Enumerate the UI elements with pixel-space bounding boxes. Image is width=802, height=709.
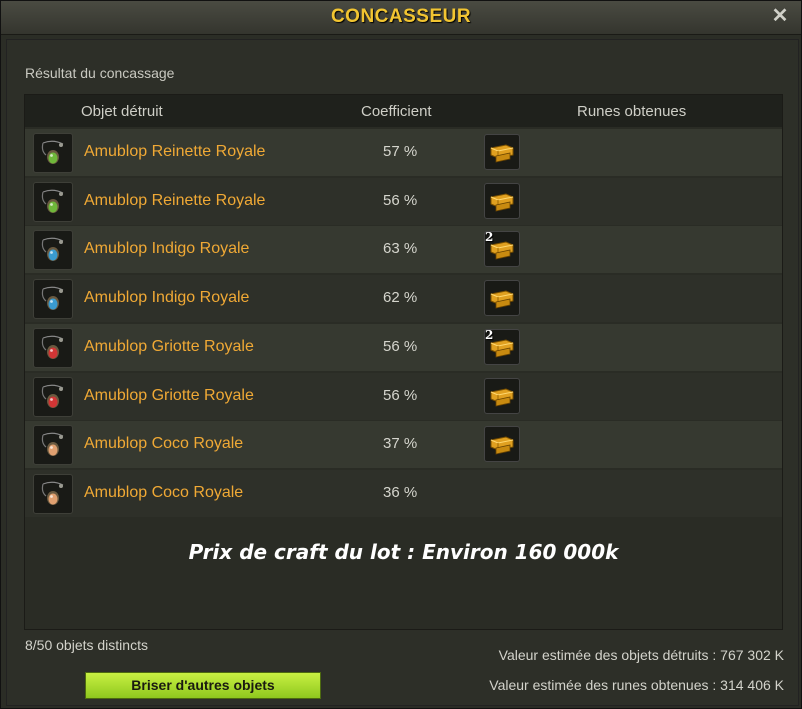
coefficient-value: 62 % bbox=[383, 289, 418, 306]
header-object: Objet détruit bbox=[81, 103, 163, 120]
table-row[interactable]: Amublop Indigo Royale 63 % 2 bbox=[25, 226, 782, 273]
value-destroyed: Valeur estimée des objets détruits : 767… bbox=[498, 647, 784, 663]
coefficient-value: 56 % bbox=[383, 192, 418, 209]
title-bar[interactable]: CONCASSEUR ✕ bbox=[1, 1, 801, 35]
rune-icon[interactable] bbox=[484, 183, 520, 219]
item-name[interactable]: Amublop Indigo Royale bbox=[84, 240, 249, 258]
window-title: CONCASSEUR bbox=[330, 6, 472, 27]
coefficient-value: 63 % bbox=[383, 240, 418, 257]
amulet-icon[interactable] bbox=[33, 377, 73, 417]
amulet-icon[interactable] bbox=[33, 230, 73, 270]
amulet-icon[interactable] bbox=[33, 182, 73, 222]
amulet-icon[interactable] bbox=[33, 133, 73, 173]
coefficient-value: 37 % bbox=[383, 435, 418, 452]
table-row[interactable]: Amublop Coco Royale 36 % bbox=[25, 470, 782, 517]
table-header: Objet détruit Coefficient Runes obtenues bbox=[25, 95, 782, 127]
rune-icon[interactable] bbox=[484, 280, 520, 316]
rune-count: 2 bbox=[485, 230, 494, 244]
table-row[interactable]: Amublop Griotte Royale 56 % bbox=[25, 373, 782, 420]
header-coefficient: Coefficient bbox=[361, 103, 432, 120]
value-runes: Valeur estimée des runes obtenues : 314 … bbox=[489, 677, 784, 693]
rune-count: 2 bbox=[485, 328, 494, 342]
table-row[interactable]: Amublop Coco Royale 37 % bbox=[25, 421, 782, 468]
close-icon[interactable]: ✕ bbox=[769, 5, 791, 27]
results-table: Objet détruit Coefficient Runes obtenues… bbox=[24, 94, 783, 630]
item-name[interactable]: Amublop Coco Royale bbox=[84, 435, 243, 453]
distinct-count: 8/50 objets distincts bbox=[25, 637, 148, 653]
section-label: Résultat du concassage bbox=[25, 65, 175, 81]
item-name[interactable]: Amublop Reinette Royale bbox=[84, 192, 265, 210]
coefficient-value: 56 % bbox=[383, 338, 418, 355]
table-row[interactable]: Amublop Reinette Royale 57 % bbox=[25, 129, 782, 176]
header-runes: Runes obtenues bbox=[577, 103, 687, 120]
amulet-icon[interactable] bbox=[33, 425, 73, 465]
item-name[interactable]: Amublop Coco Royale bbox=[84, 484, 243, 502]
item-name[interactable]: Amublop Indigo Royale bbox=[84, 289, 249, 307]
rune-icon[interactable] bbox=[484, 134, 520, 170]
coefficient-value: 36 % bbox=[383, 484, 418, 501]
table-row[interactable]: Amublop Griotte Royale 56 % 2 bbox=[25, 324, 782, 371]
rune-icon[interactable]: 2 bbox=[484, 230, 520, 267]
item-name[interactable]: Amublop Reinette Royale bbox=[84, 143, 265, 161]
table-row[interactable]: Amublop Reinette Royale 56 % bbox=[25, 178, 782, 225]
crusher-window: CONCASSEUR ✕ Résultat du concassage Obje… bbox=[0, 0, 802, 709]
craft-price-note: Prix de craft du lot : Environ 160 000k bbox=[188, 540, 619, 564]
amulet-icon[interactable] bbox=[33, 474, 73, 514]
coefficient-value: 56 % bbox=[383, 387, 418, 404]
table-row[interactable]: Amublop Indigo Royale 62 % bbox=[25, 275, 782, 322]
coefficient-value: 57 % bbox=[383, 143, 418, 160]
amulet-icon[interactable] bbox=[33, 279, 73, 319]
rune-icon[interactable]: 2 bbox=[484, 328, 520, 365]
rune-icon[interactable] bbox=[484, 378, 520, 414]
amulet-icon[interactable] bbox=[33, 328, 73, 368]
break-more-button[interactable]: Briser d'autres objets bbox=[85, 672, 321, 699]
rune-icon[interactable] bbox=[484, 426, 520, 462]
item-name[interactable]: Amublop Griotte Royale bbox=[84, 387, 254, 405]
item-name[interactable]: Amublop Griotte Royale bbox=[84, 338, 254, 356]
